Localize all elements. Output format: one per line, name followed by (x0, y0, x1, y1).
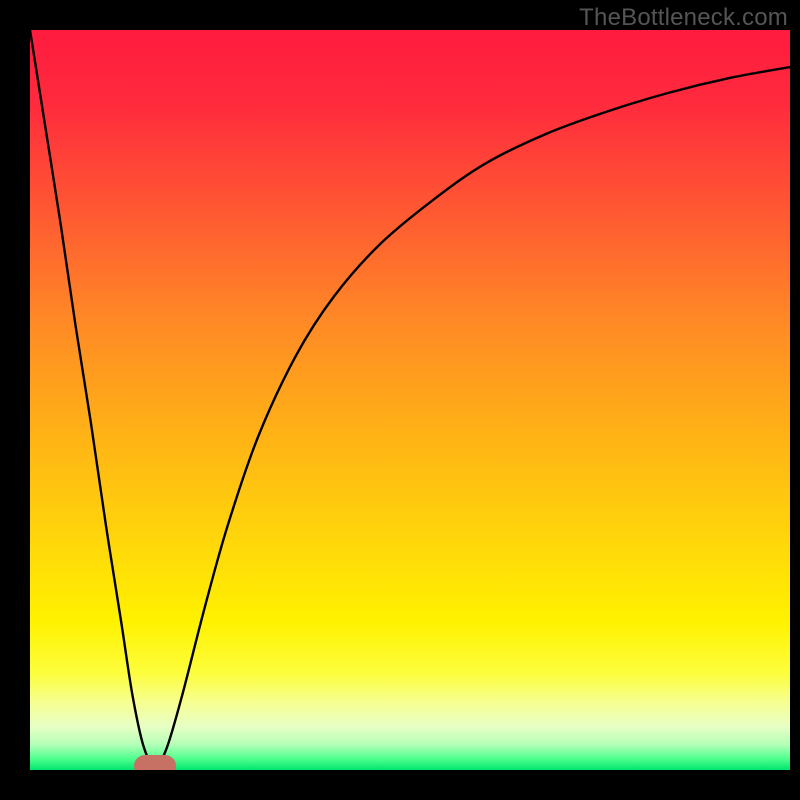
bottleneck-curve (30, 30, 790, 770)
watermark-text: TheBottleneck.com (579, 4, 788, 32)
chart-frame: TheBottleneck.com (0, 0, 800, 800)
plot-area (30, 30, 790, 770)
optimal-point-marker (134, 755, 176, 770)
